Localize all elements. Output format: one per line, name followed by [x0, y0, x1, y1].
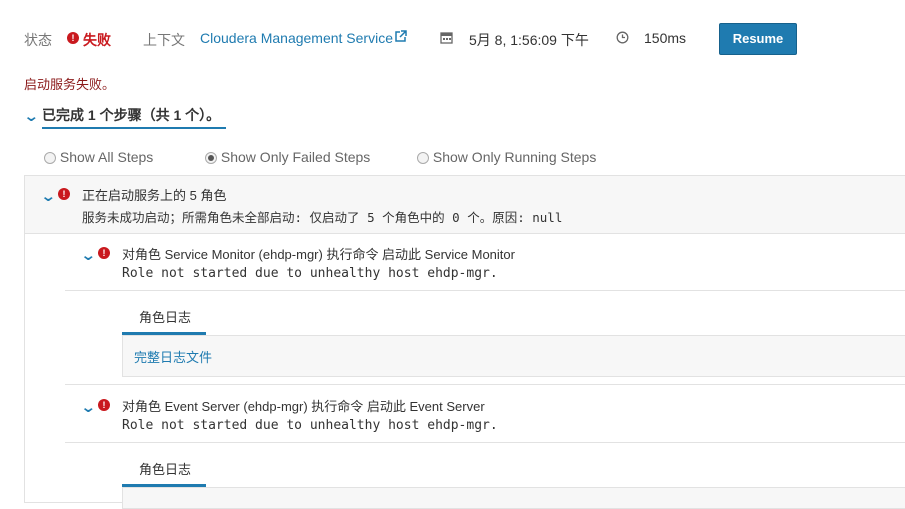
clock-icon: [616, 31, 629, 47]
status-label: 状态: [24, 32, 52, 48]
chevron-down-icon[interactable]: ⌄: [80, 248, 96, 263]
radio-all[interactable]: [44, 152, 56, 165]
resume-button[interactable]: Resume: [719, 23, 797, 55]
chevron-down-icon[interactable]: ⌄: [23, 109, 39, 124]
divider: [65, 384, 905, 385]
steps-summary: 已完成 1 个步骤（共 1 个）。: [42, 107, 221, 123]
filter-all-label: Show All Steps: [59, 149, 154, 165]
date-value: 5月 8, 1:56:09 下午: [469, 32, 589, 48]
external-link-icon[interactable]: [394, 30, 407, 46]
filter-failed-label: Show Only Failed Steps: [220, 149, 371, 165]
radio-failed[interactable]: [205, 152, 217, 165]
context-link[interactable]: Cloudera Management Service: [200, 30, 393, 46]
substep-detail: Role not started due to unhealthy host e…: [122, 266, 498, 281]
calendar-icon: [440, 31, 453, 47]
steps-summary-toggle[interactable]: 已完成 1 个步骤（共 1 个）。: [42, 105, 226, 129]
failure-message: 启动服务失败。: [24, 77, 116, 92]
filter-running-label: Show Only Running Steps: [432, 149, 597, 165]
log-panel: [122, 487, 905, 509]
status-value: 失败: [83, 32, 111, 48]
divider: [65, 290, 905, 291]
substep-title: 对角色 Event Server (ehdp-mgr) 执行命令 启动此 Eve…: [122, 399, 485, 414]
context-label: 上下文: [143, 32, 185, 48]
divider: [65, 442, 905, 443]
substep-detail: Role not started due to unhealthy host e…: [122, 418, 498, 433]
tab-role-log[interactable]: 角色日志: [139, 459, 191, 478]
filter-all[interactable]: Show All Steps: [44, 149, 153, 165]
chevron-down-icon[interactable]: ⌄: [80, 400, 96, 415]
substep-title: 对角色 Service Monitor (ehdp-mgr) 执行命令 启动此 …: [122, 247, 515, 262]
error-icon: !: [98, 399, 110, 411]
step-detail: 服务未成功启动；所需角色未全部启动: 仅启动了 5 个角色中的 0 个。原因: …: [82, 210, 563, 225]
filter-running[interactable]: Show Only Running Steps: [417, 149, 596, 165]
log-panel: [122, 335, 905, 377]
tab-role-log[interactable]: 角色日志: [139, 307, 191, 326]
step-title: 正在启动服务上的 5 角色: [82, 188, 227, 203]
filter-failed[interactable]: Show Only Failed Steps: [205, 149, 370, 165]
radio-running[interactable]: [417, 152, 429, 165]
error-icon: !: [98, 247, 110, 259]
error-icon: !: [58, 188, 70, 200]
full-log-link[interactable]: 完整日志文件: [134, 347, 212, 366]
duration-value: 150ms: [644, 30, 687, 46]
error-icon: !: [67, 32, 79, 44]
chevron-down-icon[interactable]: ⌄: [40, 189, 56, 204]
